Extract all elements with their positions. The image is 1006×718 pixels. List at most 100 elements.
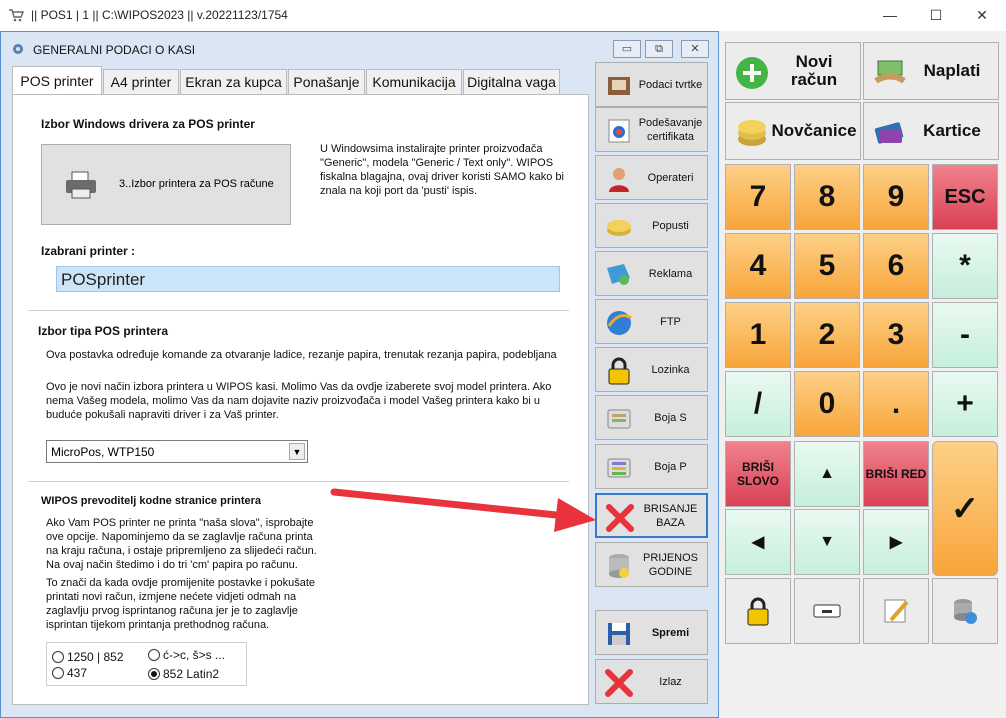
key-plus[interactable]: + [932, 371, 998, 437]
delete-line-button[interactable]: BRIŠI RED [863, 441, 929, 507]
charge-button[interactable]: Naplati [863, 42, 999, 100]
arrow-right-icon[interactable]: ▶ [863, 509, 929, 575]
key-divide[interactable]: / [725, 371, 791, 437]
maximize-button[interactable]: ☐ [916, 4, 956, 26]
key-3[interactable]: 3 [863, 302, 929, 368]
company-data-button[interactable]: Podaci tvrtke [595, 62, 708, 107]
radio-1250[interactable] [52, 651, 64, 663]
minimize-button[interactable]: — [870, 4, 910, 26]
codepage-info-line: Ako Vam POS printer ne printa "naša slov… [46, 517, 314, 529]
dialog-restore-button[interactable]: ⧉ [645, 40, 673, 58]
key-8[interactable]: 8 [794, 164, 860, 230]
radio-1250-label: 1250 | 852 [67, 650, 124, 664]
arrow-down-icon[interactable]: ▼ [794, 509, 860, 575]
cash-drawer-button[interactable] [794, 578, 860, 644]
certificate-button[interactable]: Podešavanje certifikata [595, 107, 708, 152]
radio-ascii[interactable] [148, 649, 160, 661]
selected-printer-field[interactable]: POSprinter [56, 266, 560, 292]
divider [28, 310, 569, 311]
key-1[interactable]: 1 [725, 302, 791, 368]
type-info-line: Ovo je novi način izbora printera u WIPO… [46, 381, 552, 393]
key-4[interactable]: 4 [725, 233, 791, 299]
color-icon [607, 409, 631, 429]
save-button[interactable]: Spremi [595, 610, 708, 655]
banknotes-button[interactable]: Novčanice [725, 102, 861, 160]
edit-button[interactable] [863, 578, 929, 644]
driver-info-line: "Generic", modela "Generic / Text only".… [320, 157, 554, 169]
lock-icon [747, 597, 769, 626]
dialog-close-button[interactable]: ✕ [681, 40, 709, 58]
key-dot[interactable]: . [863, 371, 929, 437]
side-label: BRISANJE BAZA [643, 502, 698, 529]
new-receipt-button[interactable]: Novi račun [725, 42, 861, 100]
operator-icon [609, 168, 629, 192]
driver-info-line: U Windowsima instalirajte printer proizv… [320, 143, 543, 155]
delete-database-button[interactable]: BRISANJE BAZA [595, 493, 708, 538]
arrow-up-icon[interactable]: ▲ [794, 441, 860, 507]
codepage-info-line: zaglavlju prvog isprintanog računa jer j… [46, 605, 298, 617]
app-titlebar: || POS1 | 1 || C:\WIPOS2023 || v.2022112… [0, 0, 1006, 31]
side-label: Popusti [652, 219, 689, 232]
key-5[interactable]: 5 [794, 233, 860, 299]
coins-icon [607, 220, 631, 236]
password-button[interactable]: Lozinka [595, 347, 708, 392]
delete-char-button[interactable]: BRIŠI SLOVO [725, 441, 791, 507]
tab-pos-printer[interactable]: POS printer [12, 66, 102, 96]
select-printer-label: 3..Izbor printera za POS račune [119, 178, 274, 190]
key-2[interactable]: 2 [794, 302, 860, 368]
year-transfer-button[interactable]: PRIJENOS GODINE [595, 542, 708, 587]
book-icon [608, 77, 630, 95]
key-minus[interactable]: - [932, 302, 998, 368]
cash-drawer-icon [813, 604, 841, 618]
operators-button[interactable]: Operateri [595, 155, 708, 200]
tab-a4-printer[interactable]: A4 printer [103, 69, 179, 95]
side-label: PRIJENOS GODINE [642, 551, 698, 578]
type-description: Ova postavka određuje komande za otvaran… [46, 349, 557, 361]
arrow-annotation-icon [330, 488, 596, 532]
codepage-info-line: na kraju računa, i ostaje pripremljeno z… [46, 545, 317, 557]
window-title: || POS1 | 1 || C:\WIPOS2023 || v.2022112… [31, 8, 288, 22]
delete-x-icon [606, 504, 634, 532]
radio-852-label: 852 Latin2 [163, 667, 220, 681]
side-label: FTP [660, 315, 681, 328]
discounts-button[interactable]: Popusti [595, 203, 708, 248]
dialog-title: GENERALNI PODACI O KASI [33, 43, 196, 57]
codepage-info-line: printati novi račun, izmjene nećete vidj… [46, 591, 297, 603]
ftp-button[interactable]: FTP [595, 299, 708, 344]
key-multiply[interactable]: * [932, 233, 998, 299]
exit-button[interactable]: Izlaz [595, 659, 708, 704]
dialog-minimize-button[interactable]: ▭ [613, 40, 641, 58]
codepage-info-line: Na ovaj način štedimo i do tri 'cm' papi… [46, 559, 298, 571]
key-9[interactable]: 9 [863, 164, 929, 230]
lock-button[interactable] [725, 578, 791, 644]
radio-852[interactable] [148, 668, 160, 680]
tab-ekran-za-kupca[interactable]: Ekran za kupca [180, 69, 287, 95]
key-6[interactable]: 6 [863, 233, 929, 299]
divider [28, 481, 569, 482]
radio-437[interactable] [52, 667, 64, 679]
cards-button[interactable]: Kartice [863, 102, 999, 160]
key-7[interactable]: 7 [725, 164, 791, 230]
tab-ponasanje[interactable]: Ponašanje [288, 69, 365, 95]
side-label: Boja S [654, 411, 687, 424]
key-0[interactable]: 0 [794, 371, 860, 437]
select-printer-button[interactable]: 3..Izbor printera za POS račune [41, 144, 291, 225]
tab-digitalna-vaga[interactable]: Digitalna vaga [463, 69, 560, 95]
chevron-down-icon[interactable]: ▼ [289, 443, 305, 460]
side-label: Spremi [651, 626, 690, 639]
color-s-button[interactable]: Boja S [595, 395, 708, 440]
close-button[interactable]: ✕ [962, 4, 1002, 26]
confirm-check-icon[interactable]: ✓ [932, 441, 998, 576]
side-label: Reklama [648, 267, 693, 280]
advertising-button[interactable]: Reklama [595, 251, 708, 296]
side-label: Izlaz [659, 675, 682, 688]
codepage-info-line: isprintan tijekom printanja prethodnog r… [46, 619, 270, 631]
arrow-left-icon[interactable]: ◀ [725, 509, 791, 575]
gear-icon [13, 44, 23, 54]
color-p-button[interactable]: Boja P [595, 444, 708, 489]
money-hand-icon [874, 60, 906, 84]
escape-button[interactable]: ESC [932, 164, 998, 230]
database-button[interactable] [932, 578, 998, 644]
printer-model-select[interactable]: MicroPos, WTP150 ▼ [46, 440, 308, 463]
tab-komunikacija[interactable]: Komunikacija [366, 69, 462, 95]
